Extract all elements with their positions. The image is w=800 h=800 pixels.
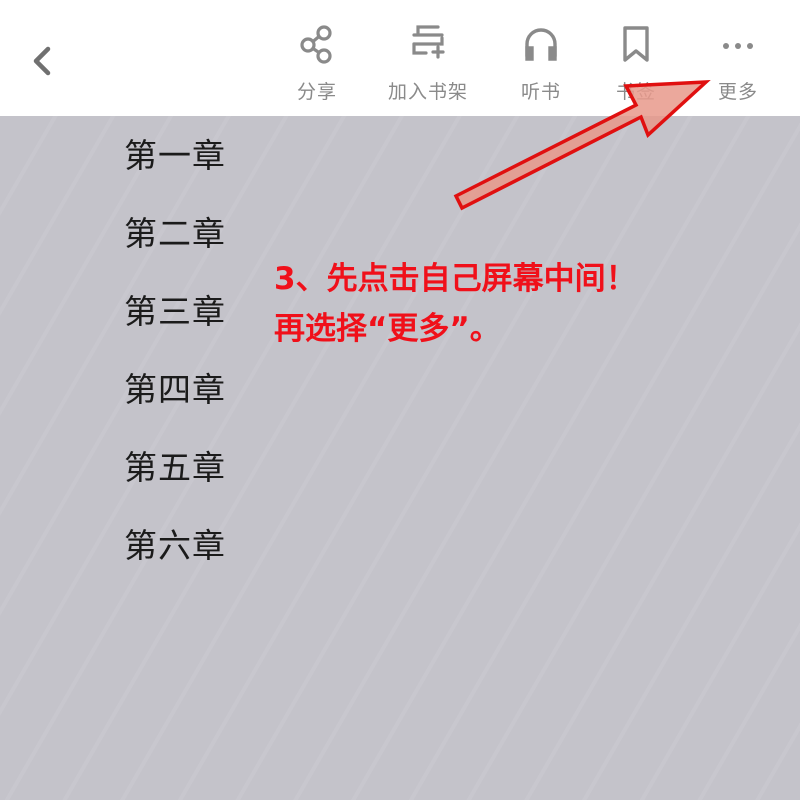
add-to-shelf-label: 加入书架 <box>387 81 468 103</box>
headphones-icon <box>525 28 557 61</box>
share-button[interactable]: 分享 <box>267 24 367 108</box>
listen-label: 听书 <box>520 81 561 103</box>
more-button[interactable]: 更多 <box>688 24 788 108</box>
more-dots-icon <box>723 43 753 49</box>
chapter-item-3[interactable]: 第三章 <box>124 290 226 368</box>
share-icon <box>300 25 332 64</box>
more-label: 更多 <box>717 81 758 103</box>
chapter-item-4[interactable]: 第四章 <box>124 368 226 446</box>
chapter-item-1[interactable]: 第一章 <box>124 134 226 212</box>
bookmark-icon <box>623 26 649 62</box>
chapter-item-2[interactable]: 第二章 <box>124 212 226 290</box>
bookmark-button[interactable]: 书签 <box>586 24 686 108</box>
chapter-item-6[interactable]: 第六章 <box>124 524 226 602</box>
annotation-line-1: 3、先点击自己屏幕中间！ <box>274 261 637 297</box>
instruction-annotation: 3、先点击自己屏幕中间！ 再选择“更多”。 <box>274 254 637 354</box>
chevron-left-icon <box>33 46 51 76</box>
back-button[interactable] <box>22 38 62 84</box>
add-to-shelf-button[interactable]: 加入书架 <box>378 24 478 108</box>
add-to-shelf-icon <box>412 25 445 59</box>
top-toolbar: 分享 加入书架 听书 书签 更多 <box>0 0 800 116</box>
listen-button[interactable]: 听书 <box>491 24 591 108</box>
bookmark-label: 书签 <box>615 81 656 103</box>
chapter-list: 第一章 第二章 第三章 第四章 第五章 第六章 <box>124 134 226 602</box>
reading-content-area[interactable] <box>0 116 800 800</box>
share-label: 分享 <box>296 81 337 103</box>
chapter-item-5[interactable]: 第五章 <box>124 446 226 524</box>
annotation-line-2: 再选择“更多”。 <box>274 311 501 347</box>
